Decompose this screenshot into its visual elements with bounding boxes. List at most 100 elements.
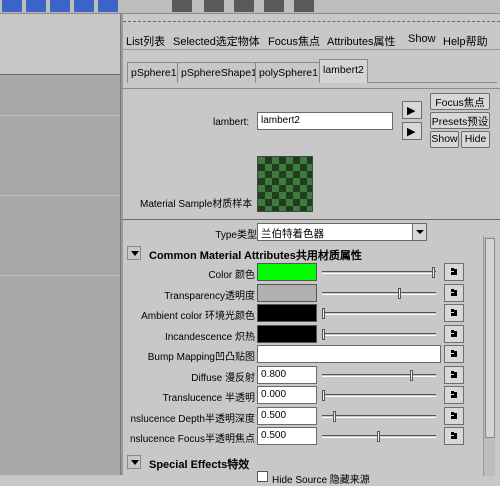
attribute-editor: List列表 Selected选定物体 Focus焦点 Attributes属性… — [123, 14, 500, 486]
slider-knob[interactable] — [432, 267, 435, 278]
attribute-slider[interactable] — [322, 328, 436, 340]
attribute-row: nslucence Focus半透明焦点 0.500 — [123, 426, 483, 447]
attribute-slider[interactable] — [322, 410, 436, 422]
menu-selected[interactable]: Selected选定物体 — [173, 33, 260, 49]
color-swatch[interactable] — [257, 304, 317, 322]
map-texture-button[interactable] — [444, 263, 464, 281]
value-field[interactable]: 0.500 — [257, 406, 317, 425]
slider-knob[interactable] — [377, 431, 380, 442]
checker-cell — [258, 171, 265, 178]
attribute-slider[interactable] — [322, 267, 436, 278]
map-texture-button[interactable] — [444, 324, 464, 343]
show-button[interactable]: Show — [430, 131, 459, 148]
slider-knob[interactable] — [322, 308, 325, 319]
checker-cell — [300, 206, 307, 211]
shelf-icon[interactable] — [26, 0, 46, 12]
map-texture-button[interactable] — [444, 283, 464, 302]
shelf-icon[interactable] — [74, 0, 94, 12]
scrollbar-thumb[interactable] — [485, 238, 495, 438]
map-texture-button[interactable] — [444, 365, 464, 384]
map-texture-button[interactable] — [444, 304, 464, 322]
render-icon[interactable] — [264, 0, 284, 12]
checker-cell — [293, 185, 300, 192]
value-field[interactable]: 0.000 — [257, 386, 317, 404]
slider-knob[interactable] — [322, 328, 325, 340]
checker-cell — [293, 192, 300, 199]
checker-cell — [279, 206, 286, 211]
menu-focus[interactable]: Focus焦点 — [268, 33, 320, 49]
render-icon[interactable] — [204, 0, 224, 12]
viewport-area[interactable] — [0, 74, 120, 475]
map-texture-button[interactable] — [444, 345, 464, 363]
special-section-title: Special Effects特效 — [149, 459, 250, 471]
attribute-slider[interactable] — [322, 431, 436, 442]
checker-cell — [286, 157, 293, 164]
arrow-in-icon: ▶ — [407, 105, 416, 117]
vertical-scrollbar[interactable] — [483, 236, 495, 476]
tab-psphere1[interactable]: pSphere1 — [127, 62, 181, 83]
menu-help[interactable]: Help帮助 — [443, 33, 488, 49]
tab-lambert2[interactable]: lambert2 — [319, 59, 368, 83]
tab-polysphere1[interactable]: polySphere1 — [255, 62, 322, 83]
shelf-icon[interactable] — [98, 0, 118, 12]
shelf-icon[interactable] — [50, 0, 70, 12]
focus-button[interactable]: Focus焦点 — [430, 93, 490, 110]
attribute-slider[interactable] — [322, 287, 436, 299]
common-section-header[interactable]: Common Material Attributes共用材质属性 — [126, 245, 481, 262]
menu-bar: List列表 Selected选定物体 Focus焦点 Attributes属性… — [123, 30, 500, 50]
map-texture-button[interactable] — [444, 386, 464, 404]
type-dropdown[interactable]: 兰伯特着色器 — [257, 223, 427, 241]
checker-cell — [300, 199, 307, 206]
slider-knob[interactable] — [397, 287, 401, 299]
checker-cell — [265, 171, 272, 178]
tab-psphereshape1[interactable]: pSphereShape1 — [177, 62, 261, 83]
attribute-slider[interactable] — [322, 308, 436, 319]
collapse-icon[interactable] — [127, 455, 141, 469]
hide-button[interactable]: Hide — [461, 131, 490, 148]
tear-off-bar[interactable] — [123, 21, 500, 25]
shelf-icon[interactable] — [2, 0, 22, 12]
checker-cell — [279, 178, 286, 185]
attribute-label: Bump Mapping凹凸贴图 — [147, 352, 255, 363]
value-field[interactable]: 0.800 — [257, 365, 317, 384]
color-swatch[interactable] — [257, 283, 317, 302]
menu-attributes[interactable]: Attributes属性 — [327, 33, 395, 49]
color-swatch[interactable] — [257, 263, 317, 281]
attribute-label: Transparency透明度 — [164, 290, 255, 302]
checker-cell — [258, 185, 265, 192]
value-field[interactable]: 0.500 — [257, 427, 317, 445]
attribute-label: Incandescence 炽热 — [164, 331, 255, 343]
slider-knob[interactable] — [333, 410, 336, 422]
color-swatch[interactable] — [257, 324, 317, 343]
attribute-slider[interactable] — [322, 390, 436, 401]
presets-button[interactable]: Presets预设 — [430, 112, 490, 129]
checker-cell — [300, 192, 307, 199]
hide-source-checkbox[interactable] — [257, 471, 268, 482]
attribute-slider[interactable] — [322, 369, 436, 381]
value-field[interactable] — [257, 345, 441, 363]
menu-show[interactable]: Show — [408, 33, 436, 45]
output-connection-button[interactable]: ▶ — [402, 122, 422, 140]
menu-list[interactable]: List列表 — [126, 33, 165, 49]
slider-knob[interactable] — [410, 369, 413, 381]
render-icon[interactable] — [172, 0, 192, 12]
checker-cell — [286, 178, 293, 185]
attribute-row: Ambient color 环境光颜色 — [123, 303, 483, 324]
slider-knob[interactable] — [322, 390, 325, 401]
attribute-label: nslucence Focus半透明焦点 — [129, 434, 255, 445]
map-texture-button[interactable] — [444, 427, 464, 445]
map-texture-button[interactable] — [444, 406, 464, 425]
special-section-header[interactable]: Special Effects特效 — [126, 454, 481, 471]
checker-cell — [258, 206, 265, 211]
node-name-field[interactable]: lambert2 — [257, 112, 393, 130]
checker-cell — [272, 171, 279, 178]
checker-cell — [307, 199, 312, 206]
node-tabs: pSphere1 pSphereShape1 polySphere1 lambe… — [127, 59, 497, 83]
checker-cell — [293, 178, 300, 185]
render-icon[interactable] — [294, 0, 314, 12]
input-connection-button[interactable]: ▶ — [402, 101, 422, 119]
checker-cell — [265, 192, 272, 199]
collapse-icon[interactable] — [127, 246, 141, 260]
render-icon[interactable] — [234, 0, 254, 12]
checker-cell — [265, 185, 272, 192]
